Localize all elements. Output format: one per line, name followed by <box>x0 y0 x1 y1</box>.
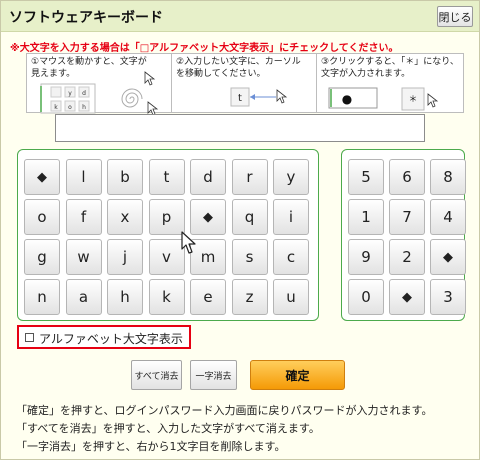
digit-key[interactable]: 9 <box>348 239 384 275</box>
step-1-key-label: y <box>68 90 72 97</box>
window-title: ソフトウェアキーボード <box>9 10 163 26</box>
letter-key[interactable]: p <box>148 199 185 235</box>
letter-key[interactable]: u <box>273 279 309 315</box>
digit-keypad: 5 6 8 1 7 4 9 2 ◆ 0 ◆ 3 <box>341 149 466 321</box>
letter-key[interactable]: f <box>65 199 102 235</box>
software-keyboard-window: ソフトウェアキーボード 閉じる ※大文字を入力する場合は「□アルファベット大文字… <box>0 0 480 460</box>
close-button[interactable]: 閉じる <box>437 6 473 27</box>
title-bar: ソフトウェアキーボード 閉じる <box>1 1 479 32</box>
letter-key[interactable]: n <box>24 279 60 315</box>
uppercase-toggle[interactable]: アルファベット大文字表示 <box>17 325 191 349</box>
digit-key[interactable]: 0 <box>348 279 384 315</box>
digit-key[interactable]: 7 <box>389 199 425 235</box>
digit-key[interactable]: 4 <box>430 199 466 235</box>
letter-keypad: ◆ l b t d r y o f x p ◆ q i g w j v m s c n a h k e z u <box>17 149 319 321</box>
digit-key[interactable]: ◆ <box>389 279 425 315</box>
letter-key[interactable]: ◆ <box>190 199 226 235</box>
letter-key[interactable]: g <box>24 239 60 275</box>
letter-key[interactable]: a <box>65 279 102 315</box>
help-note-delete-one: 「一字消去」を押すと、右から1文字目を削除します。 <box>16 440 286 453</box>
instruction-step-3: ③クリックすると、「＊」になり、文字が入力されます。 ● ＊ <box>316 53 464 113</box>
letter-key[interactable]: t <box>148 159 185 195</box>
letter-key[interactable]: x <box>107 199 143 235</box>
letter-key[interactable]: k <box>148 279 185 315</box>
digit-key[interactable]: 8 <box>430 159 466 195</box>
uppercase-checkbox[interactable] <box>25 333 34 342</box>
letter-key[interactable]: d <box>190 159 226 195</box>
mouse-pointer-icon <box>427 93 439 108</box>
step-3-text: ③クリックすると、「＊」になり、文字が入力されます。 <box>321 57 459 79</box>
mouse-pointer-icon <box>276 89 288 104</box>
help-note-confirm: 「確定」を押すと、ログインパスワード入力画面に戻りパスワードが入力されます。 <box>16 404 433 417</box>
password-display-field <box>55 114 425 142</box>
letter-key[interactable]: i <box>273 199 309 235</box>
letter-key[interactable]: e <box>190 279 226 315</box>
clear-all-button[interactable]: すべて消去 <box>131 360 182 390</box>
letter-key[interactable]: h <box>107 279 143 315</box>
letter-key[interactable]: s <box>231 239 268 275</box>
step-1-key-label: h <box>82 104 86 111</box>
letter-key[interactable]: m <box>190 239 226 275</box>
letter-key[interactable]: z <box>231 279 268 315</box>
digit-key[interactable]: 6 <box>389 159 425 195</box>
mouse-pointer-icon <box>147 101 159 114</box>
letter-key[interactable]: o <box>24 199 60 235</box>
letter-key[interactable]: y <box>273 159 309 195</box>
step-3-key-label: ＊ <box>408 95 417 105</box>
digit-key[interactable]: 3 <box>430 279 466 315</box>
letter-key[interactable]: ◆ <box>24 159 60 195</box>
digit-key[interactable]: 5 <box>348 159 384 195</box>
step-2-key-label: t <box>238 93 242 104</box>
mouse-motion-icon <box>121 88 143 108</box>
letter-key[interactable]: l <box>65 159 102 195</box>
arrow-head-icon <box>250 94 255 100</box>
digit-key[interactable]: 1 <box>348 199 384 235</box>
letter-key[interactable]: r <box>231 159 268 195</box>
letter-key[interactable]: q <box>231 199 268 235</box>
letter-key[interactable]: w <box>65 239 102 275</box>
step-2-text: ②入力したい文字に、カーソルを移動してください。 <box>176 57 301 79</box>
step-1-key-label: d <box>82 90 86 97</box>
digit-key[interactable]: ◆ <box>430 239 466 275</box>
uppercase-warning: ※大文字を入力する場合は「□アルファベット大文字表示」にチェックしてください。 <box>10 43 399 54</box>
confirm-button[interactable]: 確定 <box>250 360 345 390</box>
instruction-step-1: ①マウスを動かすと、文字が見えます。 y d k o h <box>26 53 174 114</box>
instruction-step-2: ②入力したい文字に、カーソルを移動してください。 t <box>171 53 319 113</box>
help-note-clear-all: 「すべてを消去」を押すと、入力した文字がすべて消えます。 <box>16 422 320 435</box>
masked-char-dot: ● <box>342 92 352 106</box>
letter-key[interactable]: b <box>107 159 143 195</box>
step-1-key-a <box>50 86 62 98</box>
delete-one-button[interactable]: 一字消去 <box>190 360 237 390</box>
step-1-key-label: k <box>54 104 58 111</box>
uppercase-toggle-label: アルファベット大文字表示 <box>39 332 183 346</box>
digit-key[interactable]: 2 <box>389 239 425 275</box>
letter-key[interactable]: v <box>148 239 185 275</box>
step-1-text: ①マウスを動かすと、文字が見えます。 <box>31 57 147 79</box>
letter-key[interactable]: c <box>273 239 309 275</box>
letter-key[interactable]: j <box>107 239 143 275</box>
step-1-key-label: o <box>68 104 72 111</box>
